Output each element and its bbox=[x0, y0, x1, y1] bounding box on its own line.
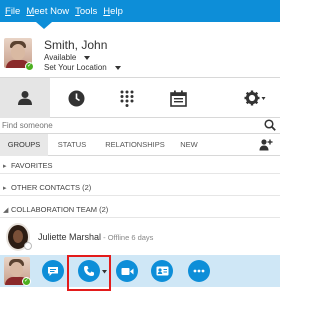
chevron-down-icon bbox=[114, 65, 121, 70]
presence-available-icon: ✓ bbox=[22, 277, 31, 286]
tab-conversations[interactable] bbox=[51, 78, 101, 118]
contact-action-bar: ✓ bbox=[0, 255, 280, 287]
presence-offline-icon bbox=[24, 242, 32, 250]
group-label: FAVORITES bbox=[11, 161, 53, 170]
video-button[interactable] bbox=[116, 260, 138, 282]
chevron-right-icon: ▸ bbox=[3, 163, 7, 170]
group-favorites[interactable]: ▸ FAVORITES bbox=[0, 158, 280, 174]
chevron-right-icon: ▸ bbox=[3, 185, 7, 192]
group-label: COLLABORATION TEAM (2) bbox=[11, 205, 109, 214]
group-collaboration-team[interactable]: ◢ COLLABORATION TEAM (2) bbox=[0, 202, 280, 218]
menu-help[interactable]: Help bbox=[103, 6, 123, 17]
more-options-button[interactable] bbox=[188, 260, 210, 282]
add-contact-icon[interactable] bbox=[259, 139, 273, 151]
tab-new[interactable]: NEW bbox=[176, 134, 202, 156]
call-button-highlight bbox=[67, 255, 111, 291]
menu-notch bbox=[36, 22, 52, 29]
menu-file[interactable]: File bbox=[5, 6, 20, 17]
contact-view-tabs: GROUPS STATUS RELATIONSHIPS NEW bbox=[0, 134, 280, 156]
presence-available-icon: ✓ bbox=[25, 62, 34, 71]
person-icon bbox=[18, 91, 32, 105]
tab-phone[interactable] bbox=[102, 78, 152, 118]
tab-status[interactable]: STATUS bbox=[52, 134, 92, 156]
contact-name: Juliette Marshal bbox=[38, 232, 102, 242]
tab-meetings[interactable] bbox=[153, 78, 203, 118]
search-bar bbox=[0, 118, 280, 134]
video-camera-icon bbox=[121, 267, 133, 275]
profile-header: ✓ Smith, John Available Set Your Locatio… bbox=[0, 22, 280, 78]
menu-bar: File Meet Now Tools Help bbox=[0, 0, 280, 22]
clock-icon bbox=[68, 90, 84, 106]
tab-groups[interactable]: GROUPS bbox=[0, 134, 48, 156]
im-button[interactable] bbox=[42, 260, 64, 282]
location-dropdown[interactable]: Set Your Location bbox=[44, 63, 121, 72]
nav-tabs bbox=[0, 78, 280, 118]
chevron-down-icon: ◢ bbox=[3, 207, 9, 214]
calendar-icon bbox=[169, 90, 187, 107]
presence-status-label: Available bbox=[44, 53, 77, 62]
group-label: OTHER CONTACTS (2) bbox=[11, 183, 92, 192]
menu-tools[interactable]: Tools bbox=[75, 6, 97, 17]
ellipsis-icon bbox=[193, 269, 205, 273]
chevron-down-icon bbox=[84, 55, 91, 60]
contact-list-item[interactable]: Juliette Marshal - Offline 6 days bbox=[0, 223, 280, 253]
presence-status-dropdown[interactable]: Available bbox=[44, 53, 91, 62]
contact-status: - Offline 6 days bbox=[101, 233, 154, 242]
menu-meet-now[interactable]: Meet Now bbox=[26, 6, 69, 17]
contact-name-line: Juliette Marshal - Offline 6 days bbox=[38, 232, 153, 242]
tab-relationships[interactable]: RELATIONSHIPS bbox=[100, 134, 170, 156]
location-label: Set Your Location bbox=[44, 63, 107, 72]
contact-card-icon bbox=[156, 266, 168, 276]
search-input[interactable] bbox=[2, 119, 257, 132]
tab-contacts[interactable] bbox=[0, 78, 50, 118]
chat-icon bbox=[48, 266, 58, 276]
options-menu[interactable] bbox=[230, 78, 280, 118]
gear-icon bbox=[244, 90, 266, 106]
dialpad-icon bbox=[120, 90, 134, 107]
search-icon[interactable] bbox=[264, 119, 276, 131]
profile-name: Smith, John bbox=[44, 38, 108, 52]
contact-card-button[interactable] bbox=[151, 260, 173, 282]
group-other-contacts[interactable]: ▸ OTHER CONTACTS (2) bbox=[0, 180, 280, 196]
